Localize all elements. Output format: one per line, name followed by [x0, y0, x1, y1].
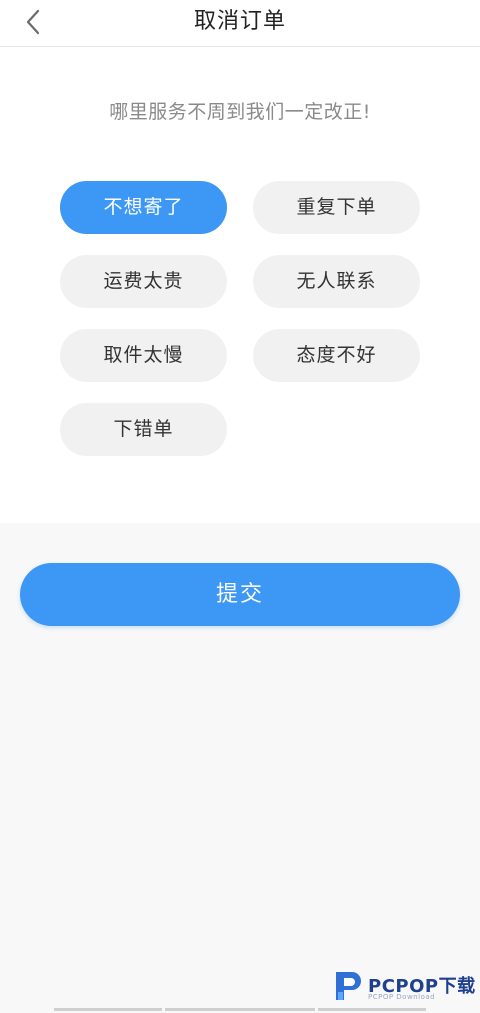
watermark-logo: PCPOP下载 PCPOP Download [332, 968, 478, 1004]
nav-segment [165, 1008, 315, 1011]
reason-chip-wrong-order[interactable]: 下错单 [60, 403, 227, 456]
page-title: 取消订单 [193, 9, 286, 34]
back-button[interactable] [18, 4, 52, 40]
reason-chip-bad-attitude[interactable]: 态度不好 [253, 329, 420, 382]
nav-segment [54, 1008, 162, 1011]
system-navigation-bar [0, 1008, 480, 1013]
reason-chip-duplicate-order[interactable]: 重复下单 [253, 181, 420, 234]
pcpop-logo-icon [336, 972, 361, 1000]
reason-chip-pickup-slow[interactable]: 取件太慢 [60, 329, 227, 382]
nav-segment [318, 1008, 426, 1011]
top-navigation-bar: 取消订单 [0, 0, 480, 47]
reason-chip-not-sending[interactable]: 不想寄了 [60, 181, 227, 234]
submit-button[interactable]: 提交 [20, 563, 460, 626]
reason-chip-no-contact[interactable]: 无人联系 [253, 255, 420, 308]
reason-chip-group: 不想寄了 重复下单 运费太贵 无人联系 取件太慢 态度不好 下错单 [0, 47, 480, 523]
watermark-subtitle: PCPOP Download [368, 993, 436, 1001]
reason-chip-shipping-expensive[interactable]: 运费太贵 [60, 255, 227, 308]
chevron-left-icon [26, 9, 40, 35]
reason-panel: 哪里服务不周到我们一定改正! 不想寄了 重复下单 运费太贵 无人联系 取件太慢 … [0, 47, 480, 523]
